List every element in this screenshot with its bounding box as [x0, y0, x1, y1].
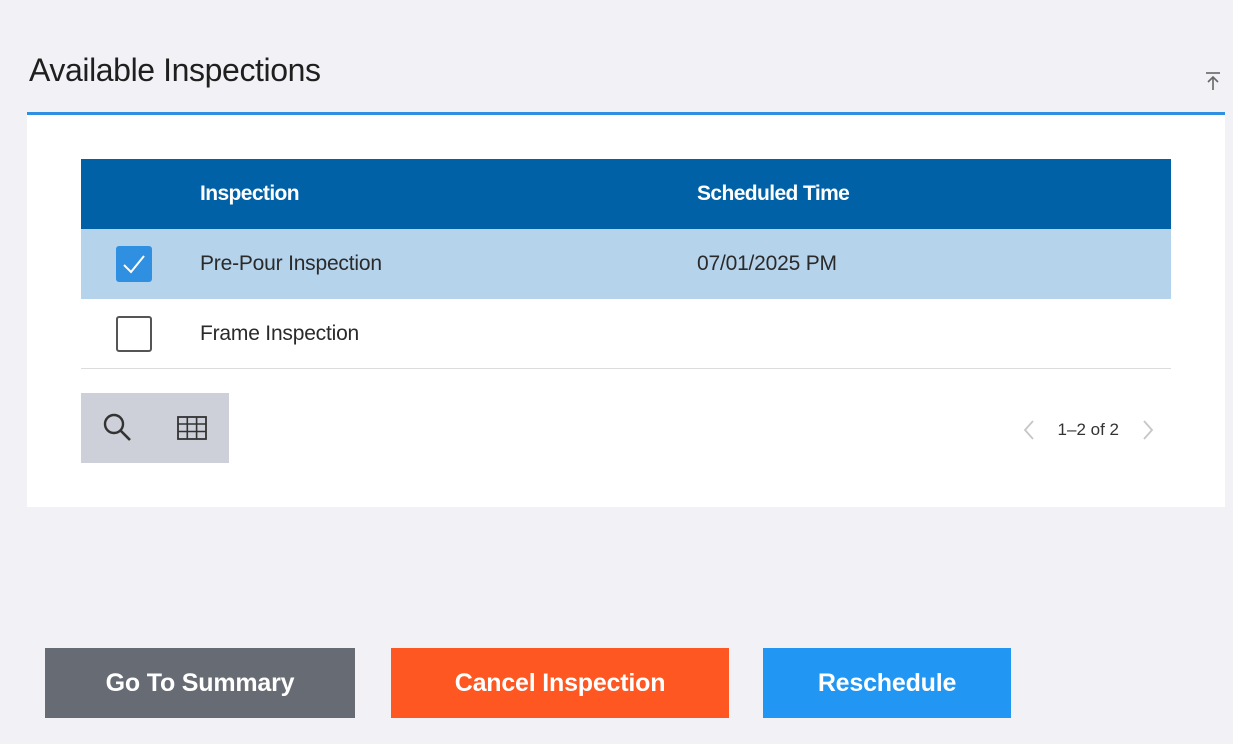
row-checkbox[interactable]: [116, 246, 152, 282]
inspections-grid: Inspection Scheduled Time Pre-Pour Inspe…: [81, 159, 1171, 369]
search-icon: [103, 413, 131, 441]
cell-inspection: Frame Inspection: [200, 321, 360, 345]
grid-columns-icon: [177, 416, 207, 440]
row-checkbox[interactable]: [116, 315, 152, 352]
cell-inspection: Pre-Pour Inspection: [200, 252, 382, 275]
go-to-summary-button[interactable]: Go To Summary: [45, 648, 355, 718]
table-row[interactable]: Pre-Pour Inspection 07/01/2025 PM: [81, 229, 1171, 299]
column-header-inspection[interactable]: Inspection: [200, 182, 300, 206]
cell-scheduled-time: 07/01/2025 PM: [697, 252, 837, 275]
collapse-up-icon[interactable]: [1203, 70, 1223, 92]
grid-header: Inspection Scheduled Time: [81, 159, 1171, 229]
section-header: Available Inspections: [27, 40, 1225, 115]
chevron-left-icon[interactable]: [1022, 418, 1036, 442]
inspections-card: Inspection Scheduled Time Pre-Pour Inspe…: [27, 115, 1225, 507]
check-icon: [123, 255, 145, 274]
section-title: Available Inspections: [29, 52, 321, 88]
column-header-scheduled-time[interactable]: Scheduled Time: [697, 182, 850, 206]
reschedule-button[interactable]: Reschedule: [763, 648, 1011, 718]
chevron-right-icon[interactable]: [1141, 418, 1155, 442]
table-row[interactable]: Frame Inspection: [81, 299, 1171, 369]
grid-toolbar: [81, 393, 229, 463]
page: Available Inspections Inspection Schedul…: [0, 0, 1233, 744]
columns-button[interactable]: [155, 393, 229, 463]
cancel-inspection-button[interactable]: Cancel Inspection: [391, 648, 729, 718]
search-button[interactable]: [81, 393, 155, 463]
pager-label: 1–2 of 2: [1057, 420, 1119, 439]
pager: 1–2 of 2: [1022, 415, 1155, 445]
